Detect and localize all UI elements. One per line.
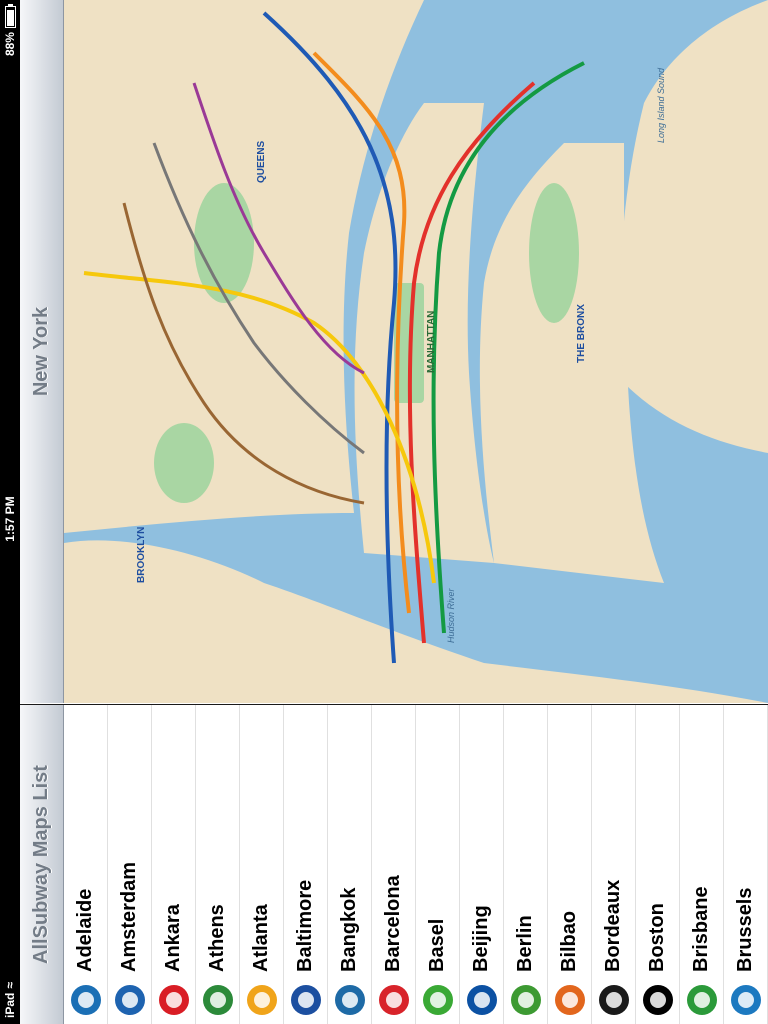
city-name: Baltimore bbox=[294, 879, 316, 972]
detail-title: New York bbox=[30, 306, 52, 397]
subway-map-graphic[interactable]: MANHATTAN THE BRONX QUEENS BROOKLYN Huds… bbox=[64, 0, 768, 703]
list-item-beijing[interactable]: Beijing bbox=[460, 705, 504, 1024]
maps-list-pane: AllSubway Maps List Adelaide Amsterdam Ank… bbox=[20, 704, 768, 1024]
park-brooklyn bbox=[154, 423, 214, 503]
brisbane-logo-icon bbox=[684, 982, 720, 1018]
city-name: Barcelona bbox=[382, 875, 404, 972]
city-name: Brussels bbox=[734, 887, 756, 973]
land-queens-east bbox=[620, 0, 768, 453]
basel-tnw-logo-icon bbox=[420, 982, 456, 1018]
berlin-sbahn-logo-icon bbox=[508, 982, 544, 1018]
list-item-bangkok[interactable]: Bangkok bbox=[328, 705, 372, 1024]
ankara-m-logo-icon bbox=[156, 982, 192, 1018]
list-item-basel[interactable]: Basel bbox=[416, 705, 460, 1024]
list-item-amsterdam[interactable]: Amsterdam bbox=[108, 705, 152, 1024]
battery-percent: 88% bbox=[3, 32, 17, 57]
list-item-bordeaux[interactable]: Bordeaux bbox=[592, 705, 636, 1024]
map-label-queens: QUEENS bbox=[256, 140, 267, 183]
list-item-boston[interactable]: Boston bbox=[636, 705, 680, 1024]
list-item-atlanta[interactable]: Atlanta bbox=[240, 705, 284, 1024]
bordeaux-logo-icon bbox=[596, 982, 632, 1018]
list-item-athens[interactable]: Athens bbox=[196, 705, 240, 1024]
bilbao-logo-icon bbox=[552, 982, 588, 1018]
city-list: Adelaide Amsterdam Ankara Athens Atlanta Balt… bbox=[64, 705, 768, 1024]
city-name: Adelaide bbox=[74, 888, 96, 972]
list-item-baltimore[interactable]: Baltimore bbox=[284, 705, 328, 1024]
list-item-barcelona[interactable]: Barcelona bbox=[372, 705, 416, 1024]
city-name: Bangkok bbox=[338, 887, 360, 972]
detail-navbar: New York bbox=[20, 0, 64, 703]
beijing-logo-icon bbox=[464, 982, 500, 1018]
battery-icon bbox=[4, 6, 16, 29]
list-item-adelaide[interactable]: Adelaide bbox=[64, 705, 108, 1024]
city-name: Athens bbox=[206, 904, 228, 972]
bangkok-mrt-logo-icon bbox=[332, 982, 368, 1018]
city-name: Bordeaux bbox=[602, 879, 624, 972]
city-name: Ankara bbox=[162, 904, 184, 972]
marta-logo-icon bbox=[244, 982, 280, 1018]
device-label: iPad bbox=[3, 992, 17, 1018]
city-name: Amsterdam bbox=[118, 861, 140, 972]
list-item-berlin[interactable]: Berlin bbox=[504, 705, 548, 1024]
status-time: 1:57 PM bbox=[3, 496, 17, 542]
list-item-ankara[interactable]: Ankara bbox=[152, 705, 196, 1024]
map-detail-pane: New York MANHATTAN THE BRONX QUEENS BROO… bbox=[20, 0, 768, 703]
city-name: Beijing bbox=[470, 905, 492, 972]
app-window: AllSubway Maps List Adelaide Amsterdam Ank… bbox=[20, 0, 768, 1024]
boston-t-logo-icon bbox=[640, 982, 676, 1018]
city-name: Brisbane bbox=[690, 886, 712, 972]
list-item-brussels[interactable]: Brussels bbox=[724, 705, 768, 1024]
battery-fill bbox=[6, 10, 14, 27]
city-name: Berlin bbox=[514, 915, 536, 972]
land-manhattan bbox=[354, 103, 494, 563]
master-navbar: AllSubway Maps List bbox=[20, 705, 64, 1024]
barcelona-m-logo-icon bbox=[376, 982, 412, 1018]
city-name: Bilbao bbox=[558, 910, 580, 972]
baltimore-m-logo-icon bbox=[288, 982, 324, 1018]
status-bar: iPad ≈ 1:57 PM 88% bbox=[0, 0, 20, 1024]
brussels-m-logo-icon bbox=[728, 982, 764, 1018]
subway-map[interactable]: MANHATTAN THE BRONX QUEENS BROOKLYN Huds… bbox=[64, 0, 768, 703]
wifi-icon: ≈ bbox=[3, 982, 17, 989]
list-item-bilbao[interactable]: Bilbao bbox=[548, 705, 592, 1024]
city-name: Atlanta bbox=[250, 904, 272, 972]
map-label-sound: Long Island Sound bbox=[656, 67, 666, 143]
map-label-hudson: Hudson River bbox=[446, 587, 456, 643]
athens-logo-icon bbox=[200, 982, 236, 1018]
map-label-bronx: THE BRONX bbox=[576, 304, 587, 363]
gvb-logo-icon bbox=[112, 982, 148, 1018]
map-label-manhattan: MANHATTAN bbox=[426, 311, 437, 373]
map-label-brooklyn: BROOKLYN bbox=[136, 527, 147, 583]
city-name: Basel bbox=[426, 918, 448, 972]
adelaide-logo-icon bbox=[68, 982, 104, 1018]
master-title: AllSubway Maps List bbox=[30, 765, 52, 964]
city-name: Boston bbox=[646, 903, 668, 972]
list-item-brisbane[interactable]: Brisbane bbox=[680, 705, 724, 1024]
park-bronx bbox=[529, 183, 579, 323]
